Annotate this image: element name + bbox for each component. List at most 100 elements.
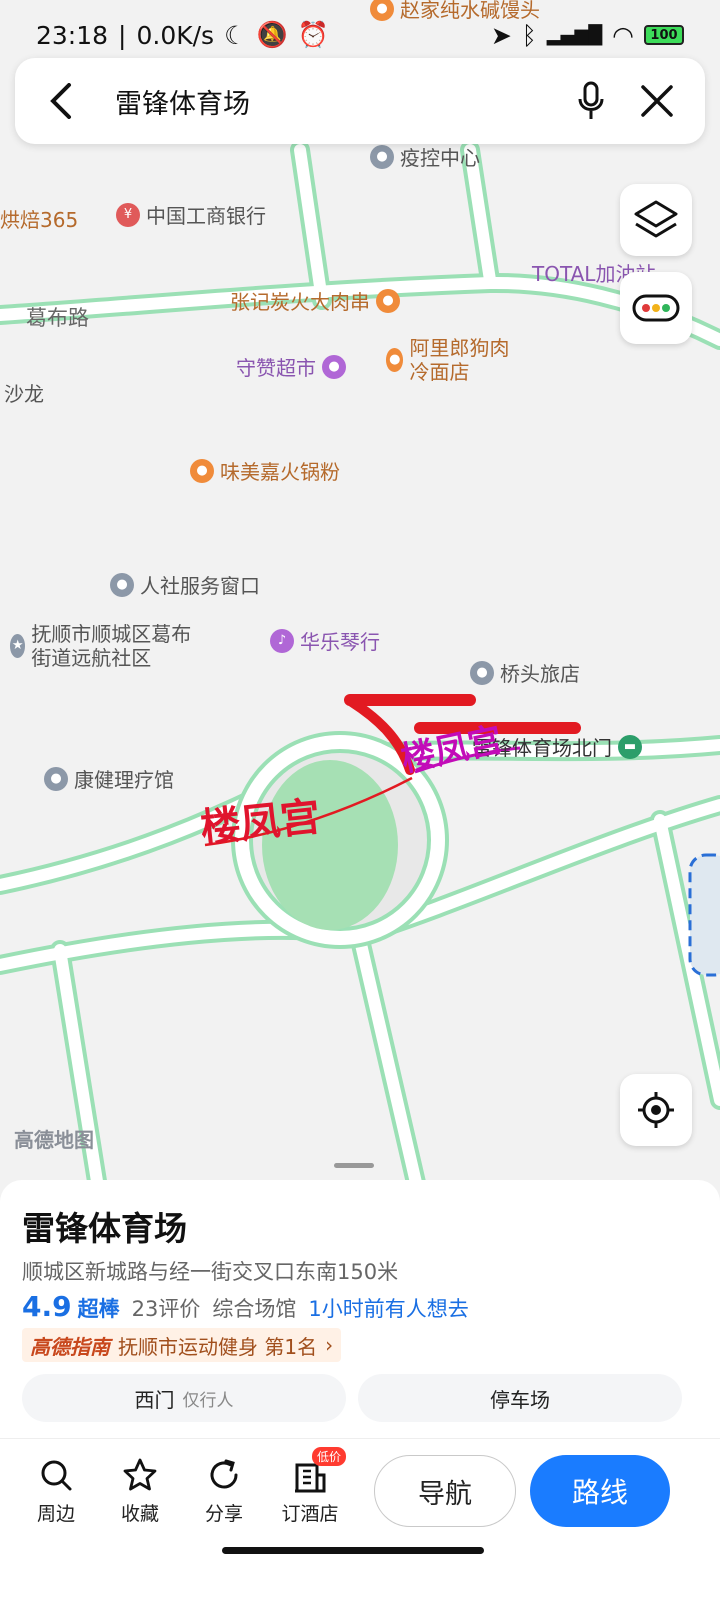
alarm-icon: ⏰ — [297, 20, 329, 49]
close-icon[interactable] — [635, 79, 679, 123]
community-pin-icon: ★ — [10, 634, 26, 658]
navigate-button[interactable]: 导航 — [374, 1455, 516, 1527]
poi-item[interactable]: ● 人社服务窗口 — [110, 570, 260, 599]
moon-icon: ☾ — [224, 20, 247, 50]
poi-label: 抚顺市顺城区葛布街道远航社区 — [31, 622, 192, 670]
hotel-pin-icon: ● — [470, 660, 494, 685]
traffic-icon — [632, 294, 680, 322]
layers-icon — [634, 200, 678, 238]
place-category: 综合场馆 — [212, 1297, 297, 1321]
nearby-label: 周边 — [36, 1503, 75, 1525]
poi-label: 沙龙 — [4, 382, 44, 406]
poi-label: 桥头旅店 — [500, 662, 580, 686]
poi-label: 人社服务窗口 — [140, 574, 260, 598]
place-pin-icon: ● — [110, 572, 134, 597]
favorite-label: 收藏 — [120, 1503, 159, 1525]
poi-item[interactable]: ● 桥头旅店 — [470, 658, 580, 687]
poi-label: 阿里郎狗肉冷面店 — [409, 336, 510, 384]
favorite-button[interactable]: 收藏 — [100, 1455, 180, 1526]
hotel-label: 订酒店 — [281, 1503, 339, 1525]
route-button[interactable]: 路线 — [530, 1455, 670, 1527]
network-speed: 0.0K/s — [136, 20, 215, 50]
chip-sub: 仅行人 — [182, 1390, 234, 1411]
poi-item[interactable]: 守赞超市 ● — [236, 352, 346, 381]
poi-label: 中国工商银行 — [146, 204, 266, 228]
traffic-button[interactable] — [620, 272, 692, 344]
guide-brand: 高德指南 — [30, 1334, 110, 1359]
chip-label: 西门 — [134, 1387, 175, 1412]
share-icon — [204, 1455, 244, 1495]
locate-icon — [638, 1092, 674, 1128]
poi-item[interactable]: ● 疫控中心 — [370, 142, 480, 171]
bluetooth-icon: ᛒ — [521, 20, 537, 50]
mute-icon: 🔕 — [256, 20, 288, 49]
map-logo: 高德地图 — [14, 1128, 94, 1152]
place-meta: 4.9 超棒 23评价 综合场馆 1小时前有人想去 — [22, 1290, 469, 1323]
chevron-right-icon: › — [325, 1333, 334, 1357]
wifi-icon: ◠ — [612, 20, 634, 50]
food-pin-icon: ● — [190, 458, 214, 483]
poi-item[interactable]: ● 味美嘉火锅粉 — [190, 456, 340, 485]
chip-label: 停车场 — [490, 1387, 550, 1412]
poi-item[interactable]: 烘焙365 — [0, 204, 78, 233]
road-network — [0, 0, 720, 1200]
discount-badge: 低价 — [311, 1447, 346, 1466]
poi-item[interactable]: ● 阿里郎狗肉冷面店 — [386, 336, 526, 384]
poi-label: 疫控中心 — [400, 146, 480, 170]
entrance-chips: 西门 仅行人 停车场 — [22, 1374, 682, 1422]
locate-button[interactable] — [620, 1074, 692, 1146]
chip-parking[interactable]: 停车场 — [358, 1374, 682, 1422]
poi-label: 守赞超市 — [236, 356, 316, 380]
shop-pin-icon: ● — [322, 354, 346, 379]
place-address: 顺城区新城路与经一街交叉口东南150米 — [22, 1260, 399, 1284]
guide-text: 抚顺市运动健身 第1名 — [118, 1334, 318, 1359]
search-icon — [36, 1455, 76, 1495]
sheet-handle[interactable] — [334, 1163, 374, 1168]
map-view[interactable]: ● 赵家纯水碱馒头 ● 疫控中心 烘焙365 ¥ 中国工商银行 TOTAL加油站 张记… — [0, 0, 720, 1200]
music-pin-icon: ♪ — [270, 628, 294, 653]
poi-item[interactable]: ♪ 华乐琴行 — [270, 626, 380, 655]
recent-activity: 1小时前有人想去 — [308, 1297, 469, 1321]
hotel-button[interactable]: 低价 订酒店 — [270, 1447, 350, 1526]
location-icon: ➤ — [490, 20, 512, 50]
back-icon[interactable] — [41, 81, 81, 121]
guide-badge[interactable]: 高德指南 抚顺市运动健身 第1名 › — [22, 1328, 342, 1362]
bank-icon: ¥ — [116, 202, 140, 227]
signal-icon: ▂▄▆█ — [546, 24, 603, 46]
rating-label: 超棒 — [77, 1297, 120, 1321]
status-time: 23:18 — [36, 20, 109, 50]
review-count[interactable]: 23评价 — [132, 1293, 201, 1323]
chip-west-gate[interactable]: 西门 仅行人 — [22, 1374, 346, 1422]
home-indicator[interactable] — [222, 1547, 484, 1554]
poi-label: 张记炭火大肉串 — [230, 290, 370, 314]
battery-icon: 100 — [644, 25, 684, 45]
place-pin-icon: ● — [370, 144, 394, 169]
poi-item[interactable]: ★ 抚顺市顺城区葛布街道远航社区 — [10, 622, 210, 670]
status-divider: | — [118, 20, 127, 50]
search-query[interactable]: 雷锋体育场 — [115, 82, 547, 121]
poi-item[interactable]: 张记炭火大肉串 ● — [230, 286, 400, 315]
bus-stop-icon: ▬ — [618, 734, 642, 759]
nearby-button[interactable]: 周边 — [16, 1455, 96, 1526]
mic-icon[interactable] — [569, 79, 613, 123]
poi-label: 华乐琴行 — [300, 630, 380, 654]
action-bar: 周边 收藏 分享 低价 订酒店 导航 路线 — [0, 1438, 720, 1548]
poi-label: 康健理疗馆 — [74, 768, 174, 792]
road-label: 葛布路 — [26, 306, 89, 330]
poi-item[interactable]: ¥ 中国工商银行 — [116, 200, 266, 229]
place-pin-icon: ● — [44, 766, 68, 791]
share-button[interactable]: 分享 — [184, 1455, 264, 1526]
poi-item[interactable]: 沙龙 — [4, 378, 44, 407]
star-icon — [120, 1455, 160, 1495]
layers-button[interactable] — [620, 184, 692, 256]
rating-score: 4.9 — [22, 1290, 72, 1323]
poi-item[interactable]: ● 康健理疗馆 — [44, 764, 174, 793]
hotel-icon: 低价 — [290, 1447, 346, 1495]
poi-label: 味美嘉火锅粉 — [220, 460, 340, 484]
poi-label: 烘焙365 — [0, 208, 79, 232]
place-title: 雷锋体育场 — [22, 1209, 187, 1248]
search-bar[interactable]: 雷锋体育场 — [15, 58, 705, 144]
food-pin-icon: ● — [376, 288, 400, 313]
share-label: 分享 — [204, 1503, 243, 1525]
food-pin-icon: ● — [386, 348, 404, 372]
